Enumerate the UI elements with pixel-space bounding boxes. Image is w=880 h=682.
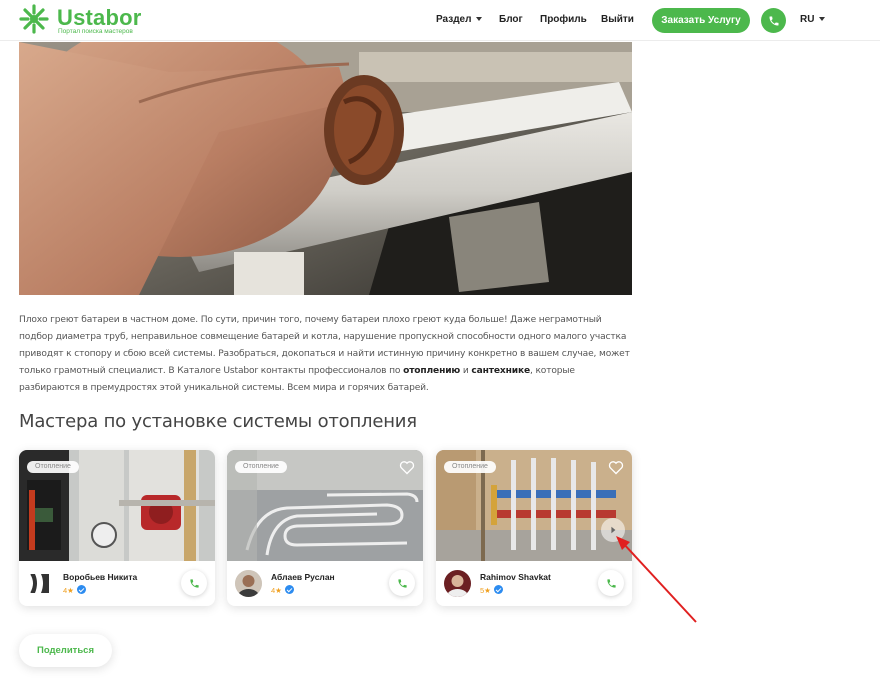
verified-icon bbox=[493, 585, 503, 594]
verified-icon bbox=[284, 585, 294, 594]
plumbing-link[interactable]: сантехнике bbox=[471, 366, 530, 376]
chevron-down-icon bbox=[819, 17, 826, 21]
language-selector[interactable]: RU bbox=[800, 14, 826, 25]
avatar[interactable] bbox=[235, 570, 262, 597]
article-conjunction: и bbox=[460, 366, 472, 376]
master-rating: 5★ bbox=[480, 585, 503, 595]
rating-value: 5★ bbox=[480, 586, 491, 595]
avatar[interactable] bbox=[444, 570, 471, 597]
rating-value: 4★ bbox=[63, 586, 74, 595]
heart-icon[interactable] bbox=[399, 460, 415, 475]
master-card-photo: Отопление bbox=[436, 450, 632, 561]
master-card-photo: Отопление bbox=[19, 450, 215, 561]
master-card[interactable]: Отопление Воробьев Никита 4★ bbox=[19, 450, 215, 606]
category-badge: Отопление bbox=[27, 461, 79, 473]
header-phone-button[interactable] bbox=[761, 8, 786, 33]
phone-icon bbox=[397, 578, 407, 588]
call-master-button[interactable] bbox=[181, 570, 207, 596]
master-name[interactable]: Аблаев Руслан bbox=[271, 572, 335, 582]
order-service-button[interactable]: Заказать Услугу bbox=[652, 8, 750, 33]
nav-section-dropdown[interactable]: Раздел bbox=[436, 14, 483, 25]
heating-link[interactable]: отоплению bbox=[403, 366, 460, 376]
nav-blog[interactable]: Блог bbox=[499, 14, 523, 25]
category-badge: Отопление bbox=[235, 461, 287, 473]
verified-icon bbox=[76, 585, 86, 594]
site-header: Ustabor Портал поиска мастеров Раздел Бл… bbox=[0, 0, 880, 41]
master-card-photo: Отопление bbox=[227, 450, 423, 561]
logo-tagline: Портал поиска мастеров bbox=[58, 28, 133, 35]
heart-icon[interactable] bbox=[608, 460, 624, 475]
logo-icon bbox=[19, 4, 49, 34]
master-card[interactable]: Отопление Rahimov Shavkat 5★ bbox=[436, 450, 632, 606]
logo[interactable]: Ustabor Портал поиска мастеров bbox=[19, 4, 149, 36]
master-card-footer: Воробьев Никита 4★ bbox=[19, 561, 215, 606]
master-name[interactable]: Rahimov Shavkat bbox=[480, 572, 551, 582]
master-card-footer: Аблаев Руслан 4★ bbox=[227, 561, 423, 606]
phone-icon bbox=[769, 16, 778, 25]
master-card[interactable]: Отопление Аблаев Руслан 4★ bbox=[227, 450, 423, 606]
category-badge: Отопление bbox=[444, 461, 496, 473]
share-button[interactable]: Поделиться bbox=[19, 634, 112, 667]
chevron-down-icon bbox=[476, 17, 483, 21]
rating-value: 4★ bbox=[271, 586, 282, 595]
call-master-button[interactable] bbox=[389, 570, 415, 596]
phone-icon bbox=[189, 578, 199, 588]
master-rating: 4★ bbox=[63, 585, 86, 595]
article-hero-photo bbox=[19, 42, 632, 295]
avatar[interactable] bbox=[27, 570, 54, 597]
call-master-button[interactable] bbox=[598, 570, 624, 596]
chevron-right-icon bbox=[611, 526, 616, 534]
article-text: Плохо греют батареи в частном доме. По с… bbox=[19, 312, 632, 397]
nav-section-label: Раздел bbox=[436, 14, 472, 25]
master-name[interactable]: Воробьев Никита bbox=[63, 572, 137, 582]
nav-profile[interactable]: Профиль bbox=[540, 14, 587, 25]
masters-section-title: Мастера по установке системы отопления bbox=[19, 411, 417, 432]
master-rating: 4★ bbox=[271, 585, 294, 595]
nav-logout[interactable]: Выйти bbox=[601, 14, 634, 25]
next-photo-button[interactable] bbox=[601, 518, 625, 542]
phone-icon bbox=[606, 578, 616, 588]
master-card-footer: Rahimov Shavkat 5★ bbox=[436, 561, 632, 606]
language-label: RU bbox=[800, 14, 815, 25]
